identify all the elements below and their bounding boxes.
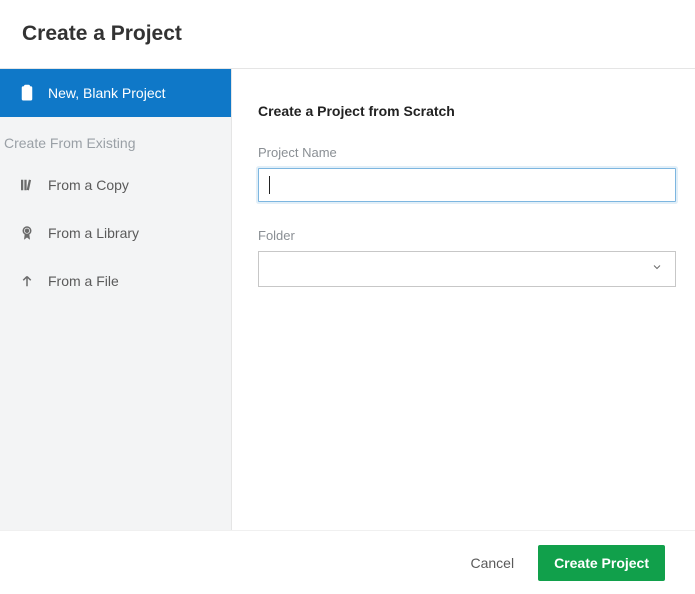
folder-label: Folder — [258, 228, 676, 243]
upload-arrow-icon — [18, 272, 36, 290]
create-project-button[interactable]: Create Project — [538, 545, 665, 581]
folder-select[interactable] — [258, 251, 676, 287]
content-area: Create a Project from Scratch Project Na… — [232, 69, 695, 530]
award-icon — [18, 224, 36, 242]
dialog-header: Create a Project — [0, 0, 695, 68]
sidebar-item-new-blank[interactable]: New, Blank Project — [0, 69, 231, 117]
text-cursor — [269, 176, 270, 194]
page-title: Create a Project — [22, 22, 695, 46]
dialog-footer: Cancel Create Project — [0, 530, 695, 594]
dialog-body: New, Blank Project Create From Existing … — [0, 68, 695, 530]
cancel-button[interactable]: Cancel — [470, 555, 514, 571]
sidebar-item-label: From a Copy — [48, 177, 129, 193]
content-title: Create a Project from Scratch — [258, 103, 676, 119]
project-name-input[interactable] — [258, 168, 676, 202]
sidebar-item-from-copy[interactable]: From a Copy — [0, 161, 231, 209]
sidebar: New, Blank Project Create From Existing … — [0, 69, 232, 530]
clipboard-icon — [18, 84, 36, 102]
sidebar-item-label: New, Blank Project — [48, 85, 166, 101]
sidebar-item-from-library[interactable]: From a Library — [0, 209, 231, 257]
chevron-down-icon — [651, 260, 663, 278]
sidebar-section-label: Create From Existing — [0, 117, 231, 161]
project-name-label: Project Name — [258, 145, 676, 160]
sidebar-item-label: From a File — [48, 273, 119, 289]
books-icon — [18, 176, 36, 194]
sidebar-item-label: From a Library — [48, 225, 139, 241]
sidebar-item-from-file[interactable]: From a File — [0, 257, 231, 305]
